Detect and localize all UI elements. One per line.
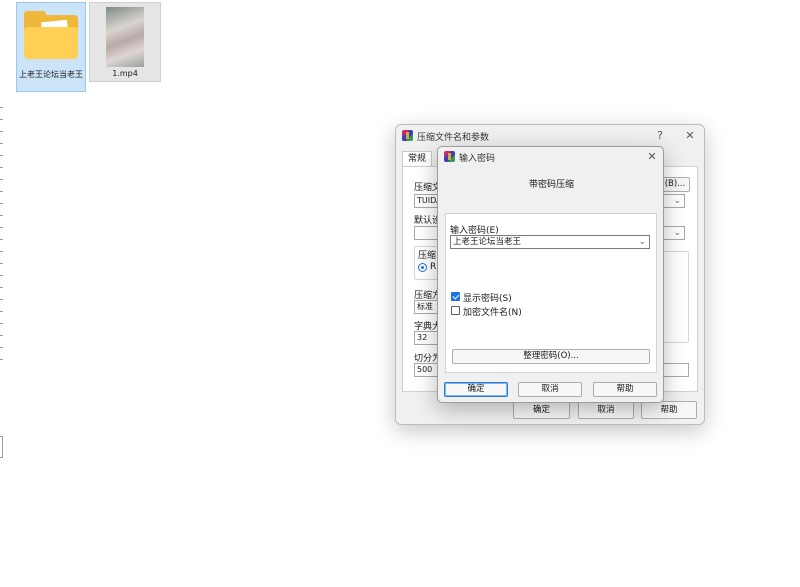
password-panel: 输入密码(E) 上老王论坛当老王 ⌄ 显示密码(S) 加密文件名(N) 整理密码… [445, 213, 657, 373]
chevron-down-icon: ⌄ [673, 228, 681, 238]
archive-cancel-button[interactable]: 取消 [578, 401, 634, 419]
password-help-button[interactable]: 帮助 [593, 382, 657, 397]
desktop-video-file[interactable]: 1.mp4 [89, 2, 161, 82]
help-question-icon[interactable]: ? [652, 128, 668, 144]
password-dialog-titlebar: 输入密码 ✕ [438, 147, 663, 169]
chevron-down-icon[interactable]: ⌄ [638, 236, 646, 248]
close-icon[interactable]: ✕ [644, 149, 660, 165]
left-edge-ticks [0, 96, 3, 366]
close-icon[interactable]: ✕ [682, 128, 698, 144]
password-dialog: 输入密码 ✕ 带密码压缩 输入密码(E) 上老王论坛当老王 ⌄ 显示密码(S) … [437, 146, 664, 403]
encrypt-filenames-checkbox[interactable] [451, 306, 460, 315]
show-password-checkbox[interactable] [451, 292, 460, 301]
video-thumbnail [106, 7, 144, 67]
password-ok-button[interactable]: 确定 [444, 382, 508, 397]
winrar-icon [444, 151, 455, 162]
password-heading: 带密码压缩 [528, 180, 574, 190]
password-cancel-button[interactable]: 取消 [518, 382, 582, 397]
encrypt-filenames-label: 加密文件名(N) [463, 308, 522, 318]
archive-help-button[interactable]: 帮助 [641, 401, 697, 419]
tab-general[interactable]: 常规 [402, 151, 432, 167]
archive-dialog-title: 压缩文件名和参数 [417, 133, 490, 143]
browse-button[interactable]: (B)... [660, 177, 690, 192]
folder-icon [24, 11, 78, 59]
video-file-label: 1.mp4 [112, 69, 138, 78]
left-edge-handle [0, 436, 3, 458]
password-value: 上老王论坛当老王 [453, 237, 522, 247]
chevron-down-icon: ⌄ [673, 196, 681, 206]
desktop-folder[interactable]: 上老王论坛当老王 [16, 2, 86, 92]
archive-dialog-titlebar: 压缩文件名和参数 ? ✕ [396, 125, 704, 147]
organize-passwords-button[interactable]: 整理密码(O)... [452, 349, 650, 364]
format-group-label: 压缩 [418, 251, 437, 261]
password-dialog-title: 输入密码 [459, 154, 496, 164]
format-radio[interactable] [418, 263, 427, 272]
archive-ok-button[interactable]: 确定 [513, 401, 570, 419]
password-input[interactable]: 上老王论坛当老王 ⌄ [450, 235, 650, 249]
format-radio-label: R [430, 262, 437, 272]
show-password-label: 显示密码(S) [463, 294, 512, 304]
winrar-icon [402, 130, 413, 141]
folder-label: 上老王论坛当老王 [19, 70, 83, 79]
